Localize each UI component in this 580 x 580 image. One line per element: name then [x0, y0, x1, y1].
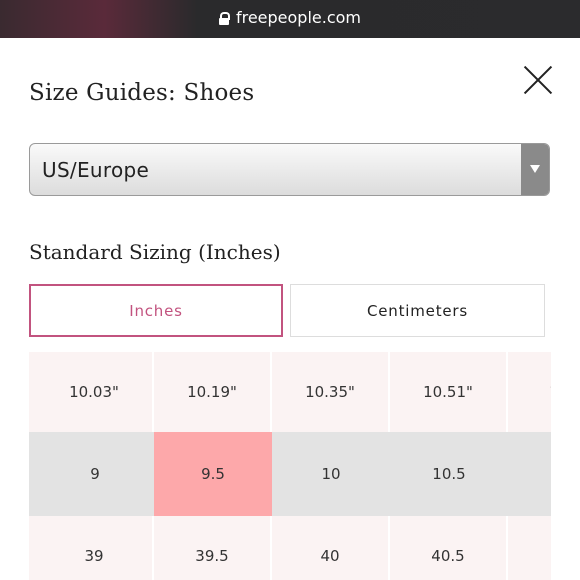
- modal-title: Size Guides: Shoes: [29, 80, 255, 106]
- select-arrow-button[interactable]: [521, 144, 549, 195]
- table-row-us: 9 9.5 10 10.5: [29, 432, 551, 516]
- table-row-inches: 10.03" 10.19" 10.35" 10.51" 10.6: [29, 352, 551, 432]
- table-cell: 10.35": [272, 352, 390, 432]
- tab-centimeters[interactable]: Centimeters: [290, 284, 545, 337]
- browser-address-bar: freepeople.com: [0, 0, 580, 38]
- table-cell: 10.51": [390, 352, 508, 432]
- table-cell: 10.19": [154, 352, 272, 432]
- size-table[interactable]: 10.03" 10.19" 10.35" 10.51" 10.6 9 9.5 1…: [29, 352, 551, 580]
- table-cell[interactable]: 9: [36, 432, 154, 516]
- lock-icon: [218, 11, 230, 25]
- table-cell[interactable]: 10: [272, 432, 390, 516]
- url-display[interactable]: freepeople.com: [0, 0, 580, 34]
- section-subtitle: Standard Sizing (Inches): [29, 240, 281, 264]
- region-select[interactable]: US/Europe: [29, 143, 550, 196]
- tab-inches[interactable]: Inches: [29, 284, 283, 337]
- table-cell: 39: [36, 516, 154, 580]
- url-text: freepeople.com: [235, 7, 362, 27]
- table-cell: 39.5: [154, 516, 272, 580]
- table-cell[interactable]: 10.5: [390, 432, 508, 516]
- table-cell: 40: [272, 516, 390, 580]
- table-cell: 40.5: [390, 516, 508, 580]
- table-cell[interactable]: [508, 432, 551, 516]
- table-cell: 10.6: [508, 352, 551, 432]
- table-cell-selected[interactable]: 9.5: [154, 432, 272, 516]
- table-cell: [508, 516, 551, 580]
- chevron-down-icon: [530, 165, 540, 173]
- table-row-europe: 39 39.5 40 40.5: [29, 516, 551, 580]
- table-cell: 10.03": [36, 352, 154, 432]
- region-select-value: US/Europe: [42, 158, 150, 182]
- close-icon[interactable]: [522, 64, 554, 96]
